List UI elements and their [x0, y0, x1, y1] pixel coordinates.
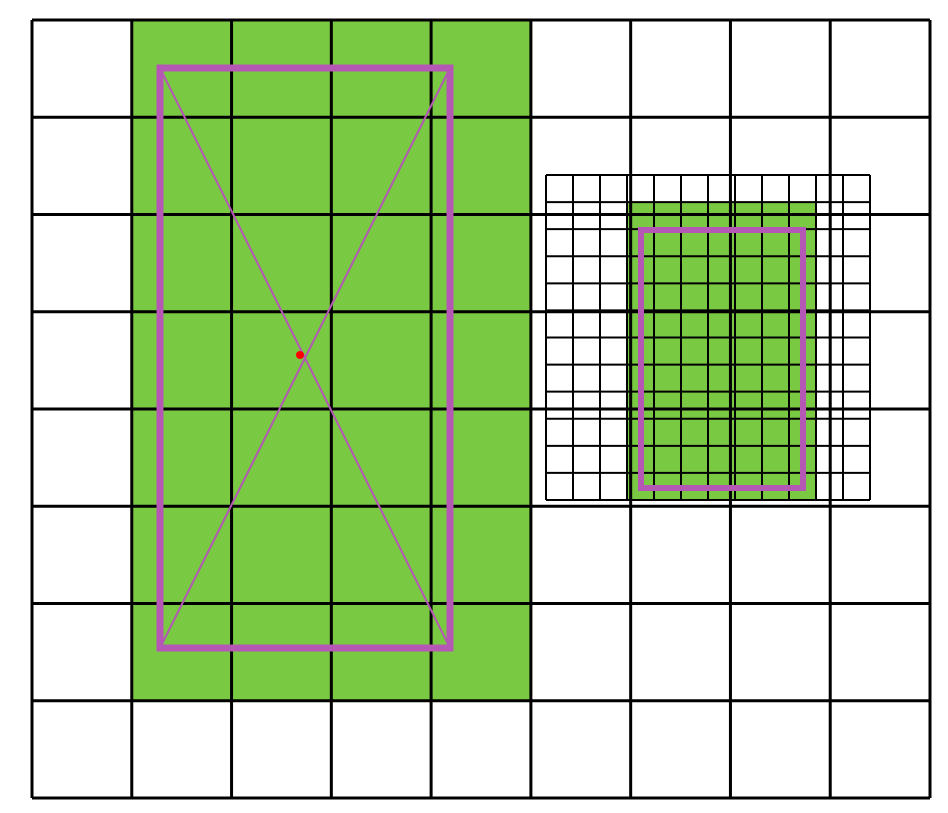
- small-fill-rect: [627, 202, 816, 500]
- large-center-dot[interactable]: [296, 351, 304, 359]
- diagram-svg: [0, 0, 948, 813]
- diagram-canvas: [0, 0, 948, 813]
